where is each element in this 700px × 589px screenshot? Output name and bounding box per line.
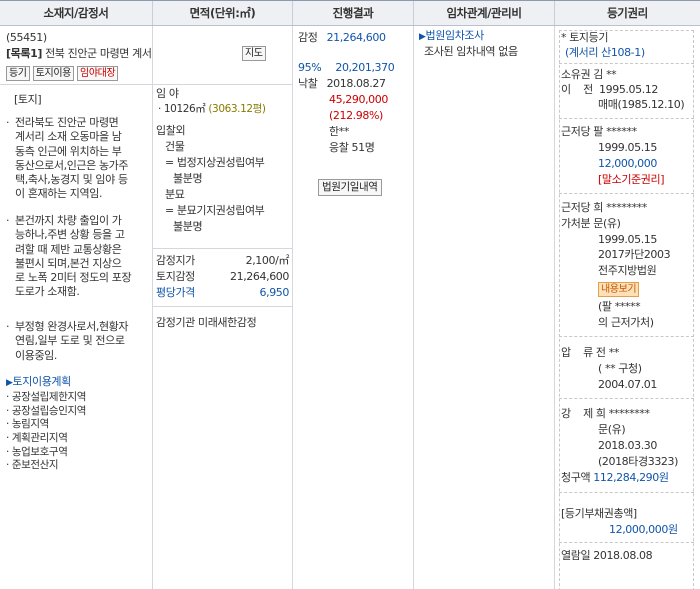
appraisal-row: 감정 21,264,600 bbox=[298, 31, 386, 44]
header-area: 면적(단위:㎡) bbox=[153, 1, 293, 25]
land-price-row: 감정지가 2,100/㎡ bbox=[156, 254, 289, 267]
land-use-button[interactable]: 토지이용 bbox=[32, 66, 74, 81]
list-item: · 농림지역 bbox=[6, 418, 49, 431]
land-appraisal-row: 토지감정 21,264,600 bbox=[156, 270, 289, 283]
avg-price-row: 평당가격 6,950 bbox=[156, 286, 289, 299]
area-column: 지도 임 야 · 10126㎡ (3063.12평) 입찰외 건물 = 법정지상… bbox=[153, 26, 293, 589]
mortgage-1-entry: 근저당 팔 ****** bbox=[561, 125, 637, 138]
bullet-1: · 전라북도 진안군 마령면 계서리 소재 오동마을 남 동측 인근에 위치하는 … bbox=[6, 116, 129, 201]
sold-price: 45,290,000 bbox=[329, 93, 388, 106]
bullet-2: · 본건까지 차량 출입이 가 능하나,주변 상황 등을 고 려할 때 제반 교통… bbox=[6, 214, 132, 299]
land-category: 임 야 bbox=[156, 87, 179, 100]
grave-note: = 분묘기지권성립여부 bbox=[165, 204, 265, 217]
land-registry-address: (계서리 산108-1) bbox=[565, 46, 645, 59]
land-registry-title: * 토지등기 bbox=[561, 31, 609, 44]
seizure-entry: 압 류 전 ** bbox=[561, 346, 619, 359]
bidders-count: 응찰 51명 bbox=[329, 141, 375, 154]
list-item: · 공장설립제한지역 bbox=[6, 391, 86, 403]
location-buttons: 등기 토지이용 임야대장 bbox=[6, 66, 119, 81]
building-note: = 법정지상권성립여부 bbox=[165, 156, 265, 169]
building-label: 건물 bbox=[165, 140, 185, 153]
min-bid-row: 95% 20,201,370 bbox=[298, 61, 395, 74]
registry-column: * 토지등기 (계서리 산108-1) 소유권 김 ** 이 전 1995.05… bbox=[555, 26, 700, 589]
appraiser: 감정기관 미래새한감정 bbox=[156, 316, 257, 329]
land-plan-list: · 공장설립제한지역 · 공장설립승인지역 · 농림지역 · 계획관리지역 · … bbox=[6, 391, 151, 473]
claim-amount-row: 청구액 112,284,290원 bbox=[561, 471, 669, 484]
registry-button[interactable]: 등기 bbox=[6, 66, 30, 81]
land-plan-link[interactable]: ▶토지이용계획 bbox=[6, 375, 71, 390]
table-header: 소재지/감정서 면적(단위:㎡) 진행결과 임차관계/관리비 등기권리 bbox=[0, 0, 700, 26]
list-item: · 계획관리지역 bbox=[6, 431, 68, 444]
address-line: [목록1] 전북 진안군 마령면 계서리 산 *** bbox=[6, 47, 152, 61]
progress-column: 감정 21,264,600 95% 20,201,370 낙찰 2018.08.… bbox=[293, 26, 414, 589]
land-section-title: [토지] bbox=[14, 93, 42, 106]
case-number: (55451) bbox=[6, 31, 47, 44]
content-view-button[interactable]: 내용보기 bbox=[598, 282, 640, 297]
list-item: · 공장설립승인지역 bbox=[6, 404, 86, 417]
bidder: 한** bbox=[329, 125, 349, 138]
lease-text: 조사된 임차내역 없음 bbox=[424, 45, 518, 58]
view-date: 열람일 2018.08.08 bbox=[561, 549, 653, 562]
header-registry: 등기권리 bbox=[607, 5, 648, 20]
excluded-title: 입찰외 bbox=[156, 124, 186, 137]
forced-auction-entry: 강 제 희 ******** bbox=[561, 407, 650, 420]
base-right-label: [말소기준권리] bbox=[598, 173, 665, 186]
grave-label: 분묘 bbox=[165, 188, 185, 201]
auction-detail-table: 소재지/감정서 면적(단위:㎡) 진행결과 임차관계/관리비 등기권리 (554… bbox=[0, 0, 700, 589]
location-column: (55451) [목록1] 전북 진안군 마령면 계서리 산 *** 등기 토지… bbox=[0, 26, 153, 589]
item-label: [목록1] bbox=[6, 47, 42, 60]
lease-column: ▶법원임차조사 조사된 임차내역 없음 bbox=[414, 26, 555, 589]
total-claims-value: 12,000,000원 bbox=[609, 523, 678, 536]
mortgage-2-entry: 근저당 희 ******** bbox=[561, 201, 647, 214]
header-location: 소재지/감정서 bbox=[0, 1, 153, 25]
owner-entry: 소유권 김 ** bbox=[561, 68, 617, 81]
court-lease-link[interactable]: ▶법원임차조사 bbox=[419, 29, 484, 44]
court-date-button[interactable]: 법원기일내역 bbox=[318, 179, 382, 196]
sold-row: 낙찰 2018.08.27 bbox=[298, 77, 386, 90]
list-item: · 농업보호구역 bbox=[6, 445, 68, 458]
map-button[interactable]: 지도 bbox=[242, 46, 266, 61]
header-progress: 진행결과 bbox=[293, 1, 414, 25]
address-text: 전북 진안군 마령면 계서리 산 *** bbox=[45, 47, 152, 60]
land-plan-title: 토지이용계획 bbox=[12, 375, 72, 388]
forest-ledger-button[interactable]: 임야대장 bbox=[77, 66, 119, 81]
bullet-3: · 부정형 완경사로서,현황자 연림,일부 도로 및 전으로 이용중임. bbox=[6, 320, 129, 362]
header-lease: 임차관계/관리비 bbox=[414, 1, 555, 25]
sold-ratio: (212.98%) bbox=[329, 109, 383, 122]
area-line: · 10126㎡ (3063.12평) bbox=[158, 103, 266, 115]
list-item: · 준보전산지 bbox=[6, 459, 59, 472]
total-claims-title: [등기부채권총액] bbox=[561, 507, 637, 520]
